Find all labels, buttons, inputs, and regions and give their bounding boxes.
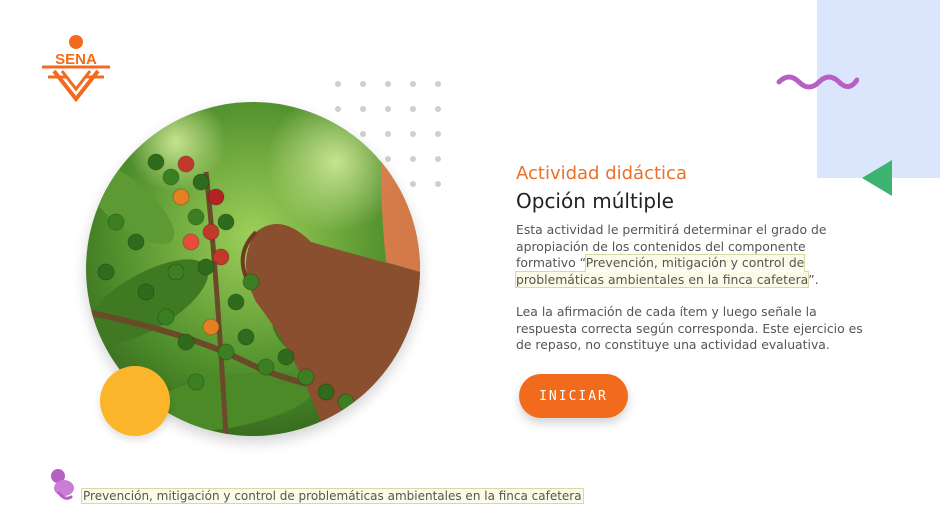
decor-dot <box>335 106 341 112</box>
decor-dot <box>360 106 366 112</box>
squiggle-icon <box>776 74 860 90</box>
coffee-cherry <box>107 213 125 231</box>
coffee-cherry <box>207 188 225 206</box>
sena-logo: SENA <box>40 33 112 103</box>
decor-dot <box>360 131 366 137</box>
decor-squiggle <box>775 70 860 100</box>
decor-dot <box>435 181 441 187</box>
activity-title: Opción múltiple <box>516 189 674 213</box>
logo-text: SENA <box>55 51 97 68</box>
triangle-icon <box>862 160 892 196</box>
coffee-cherry <box>257 358 275 376</box>
decor-dot <box>385 131 391 137</box>
decor-dot <box>385 106 391 112</box>
coffee-cherry <box>242 273 260 291</box>
coffee-cherry <box>197 258 215 276</box>
decor-dot <box>410 131 416 137</box>
coffee-cherry <box>227 293 245 311</box>
coffee-cherry <box>212 248 230 266</box>
coffee-cherry <box>217 343 235 361</box>
decor-dot <box>360 81 366 87</box>
coffee-cherry <box>202 223 220 241</box>
decor-dot <box>410 81 416 87</box>
coffee-cherry <box>167 263 185 281</box>
decor-dot <box>410 181 416 187</box>
decor-dot <box>385 81 391 87</box>
coffee-cherry <box>297 368 315 386</box>
decor-dot <box>435 131 441 137</box>
coffee-cherry <box>137 283 155 301</box>
coffee-cherry <box>97 263 115 281</box>
coffee-cherry <box>177 333 195 351</box>
start-button[interactable]: INICIAR <box>519 374 628 418</box>
decor-dot <box>410 156 416 162</box>
coffee-cherry <box>187 208 205 226</box>
bubble-figure-icon <box>51 469 74 500</box>
activity-description: Esta actividad le permitirá determinar e… <box>514 222 866 288</box>
decor-dot <box>410 106 416 112</box>
decor-dot <box>435 81 441 87</box>
decor-dot <box>435 106 441 112</box>
coffee-cherry <box>177 155 195 173</box>
coffee-cherry <box>172 188 190 206</box>
coffee-cherry <box>162 168 180 186</box>
coffee-cherry <box>192 173 210 191</box>
activity-instructions: Lea la afirmación de cada ítem y luego s… <box>516 304 863 353</box>
coffee-cherry <box>157 308 175 326</box>
coffee-cherry <box>317 383 335 401</box>
activity-eyebrow: Actividad didáctica <box>516 163 687 184</box>
coffee-cherry <box>202 318 220 336</box>
coffee-cherry <box>217 213 235 231</box>
decor-triangle <box>860 158 896 200</box>
decor-yellow-circle <box>100 366 170 436</box>
coffee-cherry <box>187 373 205 391</box>
coffee-cherry <box>127 233 145 251</box>
footer-course-title: Prevención, mitigación y control de prob… <box>81 488 584 504</box>
coffee-cherry <box>277 348 295 366</box>
decor-dot <box>385 156 391 162</box>
coffee-cherry <box>147 153 165 171</box>
description-end: ”. <box>808 271 819 287</box>
coffee-cherry <box>182 233 200 251</box>
coffee-cherry <box>337 393 355 411</box>
decor-dot <box>435 156 441 162</box>
sena-logo-icon: SENA <box>42 35 110 103</box>
coffee-cherry <box>237 328 255 346</box>
decor-dot <box>335 81 341 87</box>
footer-icon <box>47 467 77 501</box>
